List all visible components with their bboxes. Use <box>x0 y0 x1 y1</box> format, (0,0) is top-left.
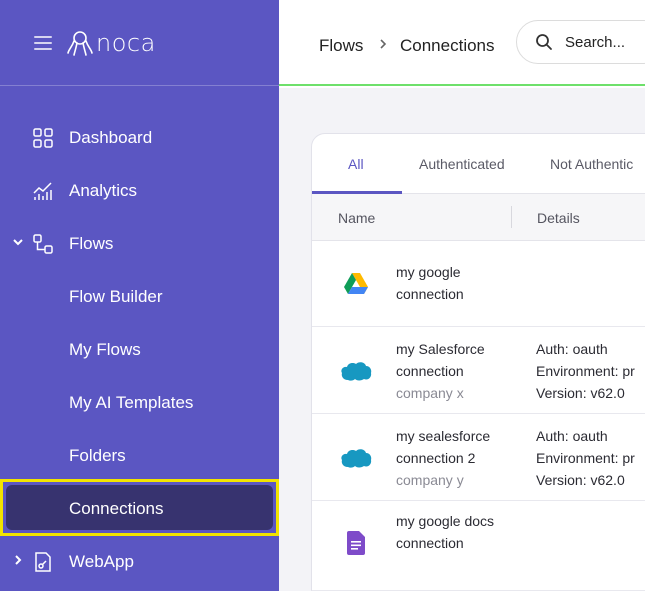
tab-not-authenticated[interactable]: Not Authentic <box>550 156 633 172</box>
sidebar-item-label: My Flows <box>69 340 141 359</box>
search-placeholder: Search... <box>565 34 626 51</box>
sidebar-item-label: WebApp <box>69 552 134 571</box>
connection-name: my Salesforce connection <box>396 341 485 379</box>
sidebar-item-label: Dashboard <box>69 128 153 147</box>
search-icon <box>536 34 552 50</box>
sidebar-item-webapp[interactable]: WebApp <box>0 535 279 588</box>
column-header-details[interactable]: Details <box>537 210 580 226</box>
sidebar-item-label: My AI Templates <box>69 393 194 412</box>
detail-version: Version: v62.0 <box>536 385 625 401</box>
connection-details: Auth: oauth Environment: pr Version: v62… <box>536 425 635 491</box>
table-row[interactable]: my sealesforce connection 2 company y Au… <box>312 414 645 501</box>
chevron-down-icon[interactable] <box>12 236 24 248</box>
table-row[interactable]: my google docs connection <box>312 501 645 591</box>
sidebar: noca Dashboard Analytics Flows Flow Buil… <box>0 0 279 591</box>
detail-environment: Environment: pr <box>536 363 635 379</box>
chevron-right-icon <box>380 39 387 49</box>
chevron-right-icon[interactable] <box>12 554 24 566</box>
search-input[interactable]: Search... <box>516 20 645 64</box>
google-drive-icon <box>334 262 378 306</box>
detail-auth: Auth: oauth <box>536 341 608 357</box>
tab-all[interactable]: All <box>348 156 364 172</box>
analytics-chart-icon <box>33 182 52 200</box>
breadcrumb-parent[interactable]: Flows <box>319 36 363 56</box>
connection-name: my google connection <box>396 264 464 302</box>
detail-environment: Environment: pr <box>536 450 635 466</box>
tab-authenticated[interactable]: Authenticated <box>419 156 505 172</box>
top-bar: Flows Connections Search... <box>279 0 645 86</box>
logo-text: noca <box>96 28 156 57</box>
sidebar-item-label: Flows <box>69 234 114 253</box>
sidebar-item-my-ai-templates[interactable]: My AI Templates <box>0 376 279 429</box>
sidebar-nav: Dashboard Analytics Flows Flow Builder M… <box>0 111 279 588</box>
detail-version: Version: v62.0 <box>536 472 625 488</box>
noca-logo[interactable]: noca <box>66 29 156 57</box>
sidebar-item-my-flows[interactable]: My Flows <box>0 323 279 376</box>
connection-company: company y <box>396 472 464 488</box>
column-header-name[interactable]: Name <box>338 210 375 226</box>
table-row[interactable]: my Salesforce connection company x Auth:… <box>312 327 645 414</box>
octopus-logo-icon <box>67 30 93 56</box>
salesforce-icon <box>334 436 378 480</box>
sidebar-item-label: Folders <box>69 446 126 465</box>
table-row[interactable]: my google connection <box>312 241 645 327</box>
sidebar-item-folders[interactable]: Folders <box>0 429 279 482</box>
connection-company: company x <box>396 385 464 401</box>
column-divider <box>511 206 512 228</box>
sidebar-item-dashboard[interactable]: Dashboard <box>0 111 279 164</box>
connection-details: Auth: oauth Environment: pr Version: v62… <box>536 338 635 404</box>
tabs-bar: All Authenticated Not Authentic <box>312 134 645 194</box>
table-header: Name Details <box>312 194 645 241</box>
grid-icon <box>33 128 53 148</box>
sidebar-item-flows[interactable]: Flows <box>0 217 279 270</box>
connection-name: my google docs connection <box>396 513 495 551</box>
webapp-icon <box>35 552 51 572</box>
flows-icon <box>33 234 53 254</box>
sidebar-item-label: Flow Builder <box>69 287 163 306</box>
detail-auth: Auth: oauth <box>536 428 608 444</box>
google-docs-icon <box>334 521 378 565</box>
sidebar-item-analytics[interactable]: Analytics <box>0 164 279 217</box>
connections-card: All Authenticated Not Authentic Name Det… <box>311 133 645 591</box>
sidebar-item-flow-builder[interactable]: Flow Builder <box>0 270 279 323</box>
breadcrumb-current: Connections <box>400 36 495 55</box>
menu-icon[interactable] <box>34 35 52 50</box>
salesforce-icon <box>334 349 378 393</box>
sidebar-item-label: Analytics <box>69 181 138 200</box>
connection-name: my sealesforce connection 2 <box>396 428 491 466</box>
main-content: All Authenticated Not Authentic Name Det… <box>279 88 645 591</box>
sidebar-header: noca <box>0 0 279 86</box>
sidebar-item-connections[interactable]: Connections <box>0 482 279 535</box>
sidebar-item-label: Connections <box>69 499 164 518</box>
